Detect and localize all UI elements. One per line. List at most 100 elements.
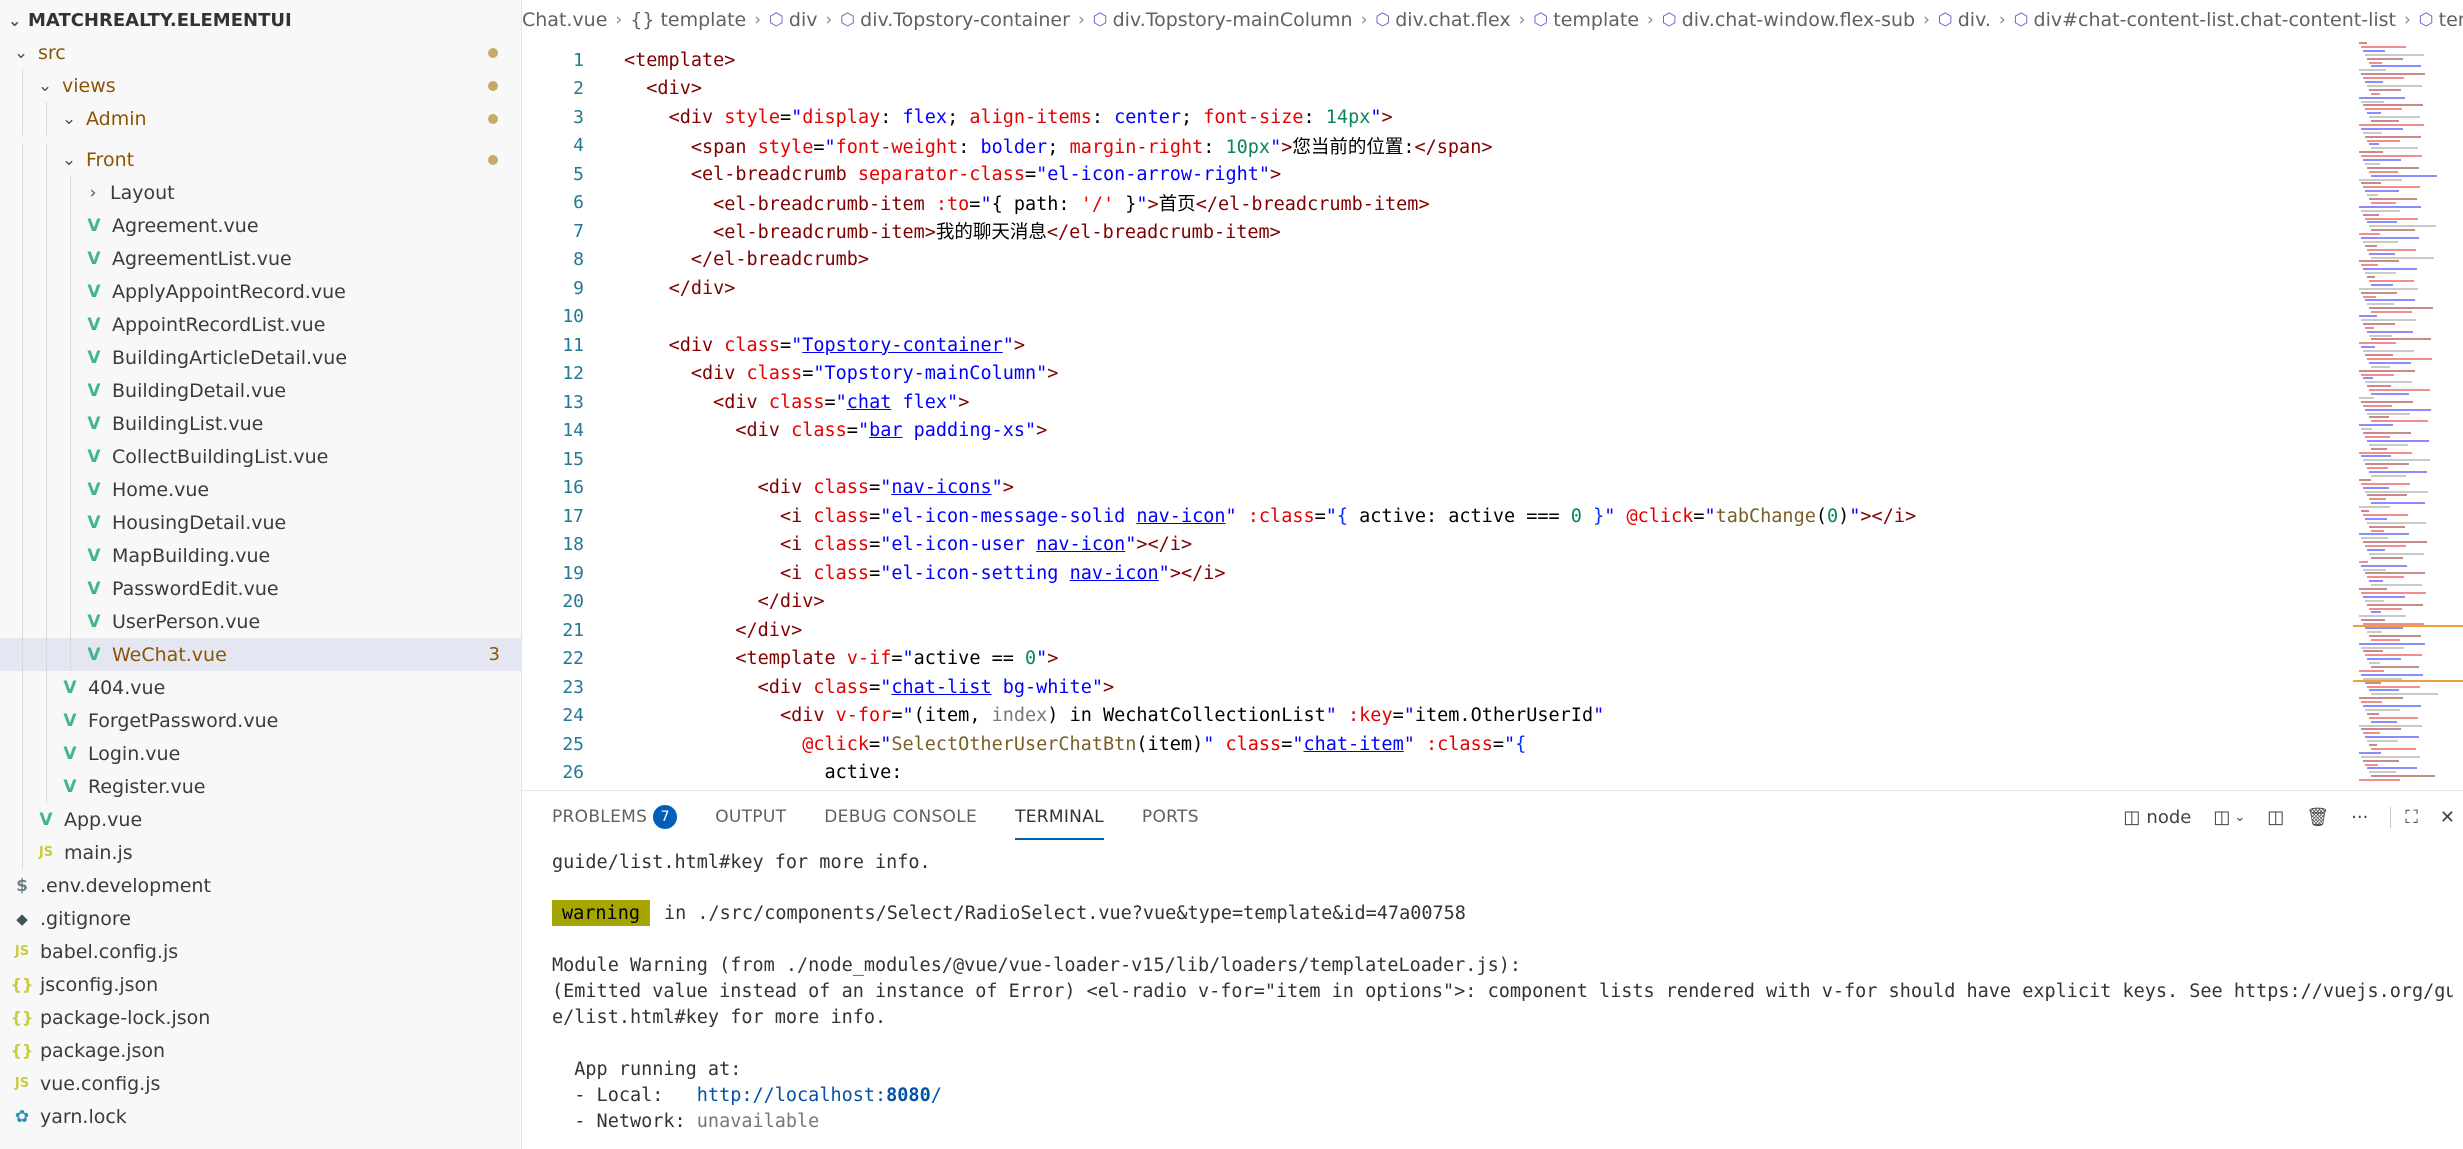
- terminal-output[interactable]: guide/list.html#key for more info. warni…: [552, 843, 2453, 1149]
- tree-item-housingdetail-vue[interactable]: V HousingDetail.vue: [0, 506, 521, 539]
- minimap-line: [2361, 591, 2426, 594]
- code-line[interactable]: 11 <div class="Topstory-container">: [522, 331, 2352, 360]
- code-line[interactable]: 19 <i class="el-icon-setting nav-icon"><…: [522, 559, 2352, 588]
- tree-item-package-json[interactable]: {} package.json: [0, 1034, 521, 1067]
- code-line[interactable]: 10: [522, 303, 2352, 332]
- more-actions-button[interactable]: ···: [2351, 807, 2368, 828]
- tree-item-buildinglist-vue[interactable]: V BuildingList.vue: [0, 407, 521, 440]
- tree-item-forgetpassword-vue[interactable]: V ForgetPassword.vue: [0, 704, 521, 737]
- line-number: 23: [562, 676, 584, 698]
- code-line[interactable]: 5 <el-breadcrumb separator-class="el-ico…: [522, 160, 2352, 189]
- tree-item-mapbuilding-vue[interactable]: V MapBuilding.vue: [0, 539, 521, 572]
- code-line[interactable]: 26 active:: [522, 759, 2352, 788]
- tree-item-jsconfig-json[interactable]: {} jsconfig.json: [0, 968, 521, 1001]
- breadcrumb-item[interactable]: › ⬡ div.Topstory-container: [817, 9, 1069, 31]
- close-panel-button[interactable]: ✕: [2440, 807, 2455, 828]
- tree-item-agreement-vue[interactable]: V Agreement.vue: [0, 209, 521, 242]
- indent-guide: [70, 176, 71, 209]
- tree-item-applyappointrecord-vue[interactable]: V ApplyAppointRecord.vue: [0, 275, 521, 308]
- line-number: 1: [573, 49, 584, 71]
- code-text: <div class="nav-icons">: [757, 477, 1014, 499]
- breadcrumb-item[interactable]: › ⬡ div: [746, 9, 817, 31]
- breadcrumb-item[interactable]: › ⬡ div.Topstory-mainColumn: [1070, 9, 1353, 31]
- tree-item-vue-config-js[interactable]: JS vue.config.js: [0, 1067, 521, 1100]
- minimap[interactable]: [2353, 40, 2463, 790]
- tree-item-agreementlist-vue[interactable]: V AgreementList.vue: [0, 242, 521, 275]
- code-line[interactable]: 15: [522, 445, 2352, 474]
- code-line[interactable]: 3 <div style="display: flex; align-items…: [522, 103, 2352, 132]
- code-line[interactable]: 14 <div class="bar padding-xs">: [522, 417, 2352, 446]
- tab-problems[interactable]: PROBLEMS 7: [552, 805, 678, 829]
- tree-item-src[interactable]: ⌄ src: [0, 36, 521, 69]
- breadcrumb-item[interactable]: › ⬡ div#chat-content-list.chat-content-lis…: [1991, 9, 2396, 31]
- tree-item-label: babel.config.js: [40, 940, 179, 963]
- code-line[interactable]: 7 <el-breadcrumb-item>我的聊天消息</el-breadcr…: [522, 217, 2352, 246]
- code-line[interactable]: 2 <div>: [522, 75, 2352, 104]
- tree-item-gitignore[interactable]: ◆ .gitignore: [0, 902, 521, 935]
- tree-item-buildingdetail-vue[interactable]: V BuildingDetail.vue: [0, 374, 521, 407]
- split-terminal-dropdown[interactable]: ◫ ⌄: [2213, 807, 2245, 828]
- split-terminal-button[interactable]: ◫: [2267, 807, 2284, 828]
- line-number: 11: [562, 334, 584, 356]
- breadcrumb-item[interactable]: Chat.vue: [522, 9, 607, 31]
- code-line[interactable]: 8 </el-breadcrumb>: [522, 246, 2352, 275]
- tree-item-layout[interactable]: › Layout: [0, 176, 521, 209]
- tree-item-register-vue[interactable]: V Register.vue: [0, 770, 521, 803]
- tree-item-main-js[interactable]: JS main.js: [0, 836, 521, 869]
- code-line[interactable]: 18 <i class="el-icon-user nav-icon"></i>: [522, 531, 2352, 560]
- warning-text: in ./src/components/Select/RadioSelect.v…: [663, 902, 1466, 924]
- code-line[interactable]: 1 <template>: [522, 46, 2352, 75]
- local-url[interactable]: http://localhost:8080/: [697, 1085, 942, 1106]
- code-line[interactable]: 22 <template v-if="active == 0">: [522, 645, 2352, 674]
- code-line[interactable]: 20 </div>: [522, 588, 2352, 617]
- explorer-root-header[interactable]: ⌄ MATCHREALTY.ELEMENTUI: [0, 0, 521, 40]
- terminal-selector[interactable]: ◫ node: [2123, 807, 2191, 828]
- tree-item-buildingarticledetail-vue[interactable]: V BuildingArticleDetail.vue: [0, 341, 521, 374]
- tab-ports[interactable]: PORTS: [1142, 807, 1199, 827]
- tab-output[interactable]: OUTPUT: [715, 807, 786, 827]
- tree-item-env-development[interactable]: $ .env.development: [0, 869, 521, 902]
- code-line[interactable]: 6 <el-breadcrumb-item :to="{ path: '/' }…: [522, 189, 2352, 218]
- breadcrumb-item[interactable]: › ⬡ div.: [1915, 9, 1991, 31]
- code-line[interactable]: 17 <i class="el-icon-message-solid nav-i…: [522, 502, 2352, 531]
- code-line[interactable]: 12 <div class="Topstory-mainColumn">: [522, 360, 2352, 389]
- chevron-right-icon: ›: [1077, 10, 1085, 30]
- tree-item-userperson-vue[interactable]: V UserPerson.vue: [0, 605, 521, 638]
- tree-item-admin[interactable]: ⌄ Admin: [0, 102, 521, 135]
- tree-item-yarn-lock[interactable]: ✿ yarn.lock: [0, 1100, 521, 1133]
- vue-file-icon: V: [87, 545, 101, 566]
- code-line[interactable]: 4 <span style="font-weight: bolder; marg…: [522, 132, 2352, 161]
- breadcrumb-item[interactable]: › ⬡template: [2396, 9, 2463, 31]
- tree-item-wechat-vue[interactable]: V WeChat.vue 3: [0, 638, 521, 671]
- tab-debug-console[interactable]: DEBUG CONSOLE: [824, 807, 977, 827]
- code-line[interactable]: 16 <div class="nav-icons">: [522, 474, 2352, 503]
- tree-item-home-vue[interactable]: V Home.vue: [0, 473, 521, 506]
- tree-item-login-vue[interactable]: V Login.vue: [0, 737, 521, 770]
- indent-guide: [22, 374, 23, 407]
- tree-item-appointrecordlist-vue[interactable]: V AppointRecordList.vue: [0, 308, 521, 341]
- code-line[interactable]: 24 <div v-for="(item, index) in WechatCo…: [522, 702, 2352, 731]
- tree-item-404-vue[interactable]: V 404.vue: [0, 671, 521, 704]
- code-line[interactable]: 25 @click="SelectOtherUserChatBtn(item)"…: [522, 730, 2352, 759]
- minimap-line: [2365, 326, 2374, 329]
- minimap-line: [2371, 747, 2416, 750]
- code-line[interactable]: 23 <div class="chat-list bg-white">: [522, 673, 2352, 702]
- tree-item-collectbuildinglist-vue[interactable]: V CollectBuildingList.vue: [0, 440, 521, 473]
- code-line[interactable]: 21 </div>: [522, 616, 2352, 645]
- kill-terminal-button[interactable]: 🗑: [2306, 807, 2329, 828]
- tree-item-babel-config-js[interactable]: JS babel.config.js: [0, 935, 521, 968]
- breadcrumb-item[interactable]: › {} template: [607, 9, 746, 31]
- tab-terminal[interactable]: TERMINAL: [1015, 807, 1104, 840]
- tree-item-front[interactable]: ⌄ Front: [0, 143, 521, 176]
- tree-item-passwordedit-vue[interactable]: V PasswordEdit.vue: [0, 572, 521, 605]
- breadcrumb-item[interactable]: › ⬡template: [1511, 9, 1639, 31]
- tree-item-package-lock-json[interactable]: {} package-lock.json: [0, 1001, 521, 1034]
- code-editor[interactable]: 1 <template> 2 <div> 3 <div style="display:…: [522, 40, 2352, 790]
- code-line[interactable]: 13 <div class="chat flex">: [522, 388, 2352, 417]
- tree-item-views[interactable]: ⌄ views: [0, 69, 521, 102]
- code-line[interactable]: 9 </div>: [522, 274, 2352, 303]
- breadcrumb-item[interactable]: › ⬡ div.chat.flex: [1353, 9, 1511, 31]
- tree-item-app-vue[interactable]: V App.vue: [0, 803, 521, 836]
- maximize-panel-button[interactable]: ⛶: [2390, 806, 2418, 828]
- breadcrumb-item[interactable]: › ⬡ div.chat-window.flex-sub: [1639, 9, 1915, 31]
